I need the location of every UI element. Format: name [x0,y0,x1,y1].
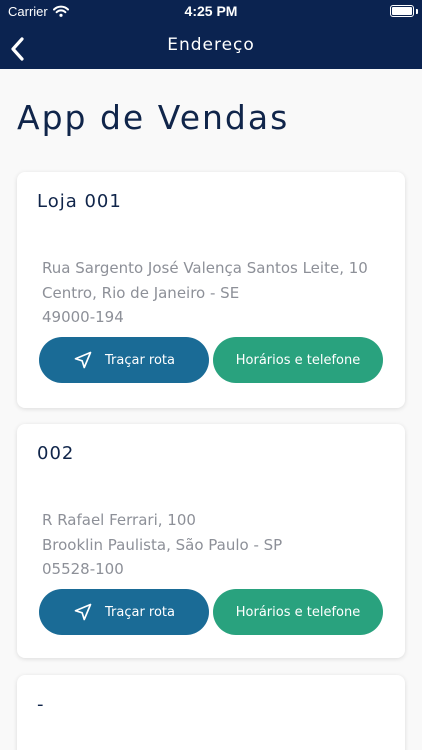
hours-phone-button[interactable]: Horários e telefone [213,337,383,383]
hours-phone-label: Horários e telefone [235,604,361,620]
page-title: App de Vendas [17,98,290,137]
address-zip: 49000-194 [42,308,124,326]
battery-icon [390,5,414,17]
address-city: Brooklin Paulista, São Paulo - SP [42,535,283,554]
trace-route-label: Traçar rota [104,604,175,620]
trace-route-label: Traçar rota [104,352,175,368]
address-street: Rua Sargento José Valença Santos Leite, … [42,259,368,277]
store-card: 002 R Rafael Ferrari, 100 Brooklin Pauli… [17,424,405,658]
battery-tip [416,9,418,14]
status-time: 4:25 PM [184,3,238,19]
hours-phone-button[interactable]: Horários e telefone [213,589,383,635]
status-bar: Carrier 4:25 PM [0,0,422,24]
trace-route-button[interactable]: Traçar rota [39,337,209,383]
store-name: 002 [37,443,75,464]
address-street: R Rafael Ferrari, 100 [42,511,196,529]
store-address: Rua Sargento José Valença Santos Leite, … [42,256,368,330]
address-zip: 05528-100 [42,560,124,578]
trace-route-button[interactable]: Traçar rota [39,589,209,635]
store-name: - [37,694,45,715]
store-card: - [17,675,405,750]
nav-title: Endereço [167,35,255,55]
hours-phone-label: Horários e telefone [235,352,361,368]
store-card: Loja 001 Rua Sargento José Valença Santo… [17,172,405,408]
navigation-arrow-icon [74,603,92,621]
store-name: Loja 001 [37,191,122,212]
navigation-bar: Carrier 4:25 PM Endereço [0,0,422,69]
navigation-arrow-icon [74,351,92,369]
store-address: R Rafael Ferrari, 100 Brooklin Paulista,… [42,508,282,582]
address-city: Centro, Rio de Janeiro - SE [42,283,240,302]
